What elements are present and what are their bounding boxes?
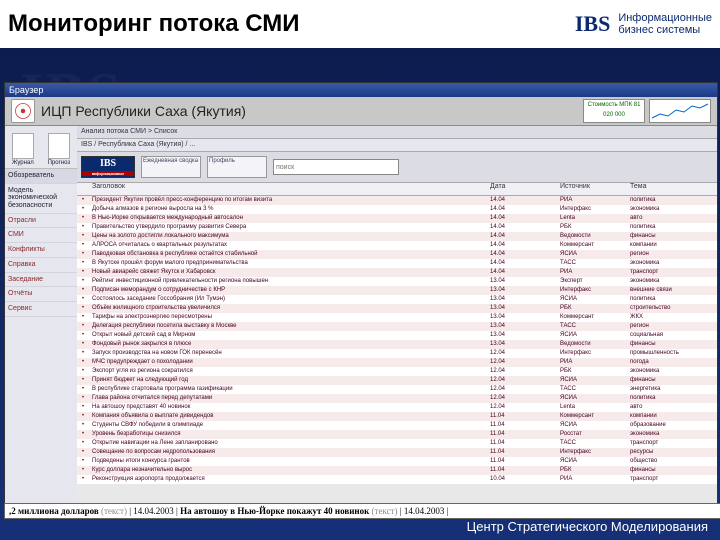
table-row[interactable]: •Паводковая обстановка в республике оста… (77, 250, 717, 259)
sidebar-item[interactable]: Отчёты (5, 287, 77, 302)
table-row[interactable]: •Компания объявила о выплате дивидендов1… (77, 412, 717, 421)
col-marker[interactable] (77, 183, 89, 195)
table-row[interactable]: •Объём жилищного строительства увеличилс… (77, 304, 717, 313)
gauge-left-label: Журнал (12, 160, 34, 166)
table-row[interactable]: •В республике стартовала программа газиф… (77, 385, 717, 394)
brand-line2: бизнес системы (618, 24, 712, 36)
slide-title: Мониторинг потока СМИ (8, 10, 575, 38)
col-date[interactable]: Дата (487, 183, 557, 195)
ticker-grey-2: (текст) (372, 506, 400, 516)
table-row[interactable]: •В Нью-Йорке открывается международный а… (77, 214, 717, 223)
sidebar-item[interactable]: Обозреватель (5, 169, 77, 184)
ticker-date-2: | 14.04.2003 | (400, 506, 449, 516)
table-row[interactable]: •Подведены итоги конкурса грантов11.04ЯС… (77, 457, 717, 466)
sidebar-item[interactable]: Отрасли (5, 214, 77, 229)
status-value-box: Стоимость МПК 81 020 000 (583, 99, 645, 123)
gauge-icon (12, 133, 34, 159)
sidebar-gauge-row: Журнал Прогноз (5, 126, 77, 169)
sidebar: Журнал Прогноз ОбозревательМодель эконом… (5, 126, 77, 503)
col-source[interactable]: Источник (557, 183, 627, 195)
search-input[interactable] (273, 159, 399, 175)
table-row[interactable]: •АЛРОСА отчиталась о квартальных результ… (77, 241, 717, 250)
header-right: Стоимость МПК 81 020 000 (583, 99, 711, 123)
ticker-bold-1: ,2 миллиона долларов (9, 506, 99, 516)
sidebar-item[interactable]: Справка (5, 258, 77, 273)
table-row[interactable]: •Подписан меморандум о сотрудничестве с … (77, 286, 717, 295)
brand-line1: Информационные (618, 12, 712, 24)
window-titlebar[interactable]: Браузер (5, 83, 717, 97)
sidebar-gauge-right[interactable]: Прогноз (48, 133, 71, 166)
toolbar-block-profile[interactable]: Профиль (207, 156, 267, 178)
col-title[interactable]: Заголовок (89, 183, 487, 195)
table-row[interactable]: •Совещание по вопросам недропользования1… (77, 448, 717, 457)
table-row[interactable]: •Открытие навигации на Лене запланирован… (77, 439, 717, 448)
slide-top-bar: Мониторинг потока СМИ IBS Информационные… (0, 0, 720, 48)
table-row[interactable]: •Курс доллара незначительно вырос11.04РБ… (77, 466, 717, 475)
table-row[interactable]: •Глава района отчитался перед депутатами… (77, 394, 717, 403)
mini-chart-icon (649, 99, 711, 123)
sidebar-item[interactable]: Сервис (5, 302, 77, 317)
table-row[interactable]: •Рейтинг инвестиционной привлекательност… (77, 277, 717, 286)
table-row[interactable]: •В Якутске прошёл форум малого предприни… (77, 259, 717, 268)
brand-text: Информационные бизнес системы (618, 12, 712, 36)
main-panel: Анализ потока СМИ > Список IBS / Республ… (77, 126, 717, 503)
sidebar-item[interactable]: Конфликты (5, 243, 77, 258)
table-row[interactable]: •Студенты СВФУ победили в олимпиаде11.04… (77, 421, 717, 430)
table-row[interactable]: •Экспорт угля из региона сократился12.04… (77, 367, 717, 376)
table-body[interactable]: •Президент Якутии провёл пресс-конференц… (77, 196, 717, 503)
gauge-right-label: Прогноз (48, 160, 71, 166)
table-row[interactable]: •Состоялось заседание Госсобрания (Ил Ту… (77, 295, 717, 304)
slide-footer: Центр Стратегического Моделирования (467, 519, 708, 534)
table-header: Заголовок Дата Источник Тема (77, 183, 717, 196)
table-row[interactable]: •МЧС предупреждает о похолодании12.04РИА… (77, 358, 717, 367)
sidebar-item[interactable]: СМИ (5, 228, 77, 243)
table-row[interactable]: •На автошоу представят 40 новинок12.04Le… (77, 403, 717, 412)
news-ticker[interactable]: ,2 миллиона долларов (текст) | 14.04.200… (4, 503, 720, 519)
table-row[interactable]: •Добыча алмазов в регионе выросла на 3 %… (77, 205, 717, 214)
app-window: Браузер ИЦП Республики Саха (Якутия) Сто… (4, 82, 718, 504)
toolbar-block-summary[interactable]: Ежедневная сводка (141, 156, 201, 178)
table-row[interactable]: •Запуск производства на новом ГОК перене… (77, 349, 717, 358)
brand-block: IBS Информационные бизнес системы (575, 11, 712, 37)
path-line: IBS / Республика Саха (Якутия) / ... (77, 139, 717, 152)
table-row[interactable]: •Тарифы на электроэнергию пересмотрены13… (77, 313, 717, 322)
table-row[interactable]: •Делегация республики посетила выставку … (77, 322, 717, 331)
sidebar-gauge-left[interactable]: Журнал (12, 133, 34, 166)
table-row[interactable]: •Президент Якутии провёл пресс-конференц… (77, 196, 717, 205)
breadcrumb[interactable]: Анализ потока СМИ > Список (77, 126, 717, 139)
region-emblem-icon (11, 99, 35, 123)
table-row[interactable]: •Уровень безработицы снизился11.04Росста… (77, 430, 717, 439)
ticker-date-1: | 14.04.2003 | (129, 506, 178, 516)
brand-logo: IBS (575, 11, 610, 37)
sidebar-item[interactable]: Модель экономической безопасности (5, 184, 77, 214)
table-row[interactable]: •Правительство утвердило программу разви… (77, 223, 717, 232)
ticker-bold-2: На автошоу в Нью-Йорке покажут 40 новино… (180, 506, 369, 516)
window-header-title: ИЦП Республики Саха (Якутия) (41, 103, 246, 119)
table-row[interactable]: •Принят бюджет на следующий год12.04ЯСИА… (77, 376, 717, 385)
window-header: ИЦП Республики Саха (Якутия) Стоимость М… (5, 97, 717, 126)
table-row[interactable]: •Цены на золото достигли локального макс… (77, 232, 717, 241)
gauge-icon (48, 133, 70, 159)
sidebar-item[interactable]: Заседание (5, 273, 77, 288)
table-row[interactable]: •Новый авиарейс свяжет Якутск и Хабаровс… (77, 268, 717, 277)
toolbar-logo: IBSинформационные (81, 156, 135, 178)
slide-root: Мониторинг потока СМИ IBS Информационные… (0, 0, 720, 540)
table-row[interactable]: •Открыт новый детский сад в Мирном13.04Я… (77, 331, 717, 340)
col-topic[interactable]: Тема (627, 183, 717, 195)
table-row[interactable]: •Фондовый рынок закрылся в плюсе13.04Вед… (77, 340, 717, 349)
window-body: Журнал Прогноз ОбозревательМодель эконом… (5, 126, 717, 503)
ticker-grey-1: (текст) (101, 506, 129, 516)
toolbar: IBSинформационные Ежедневная сводка Проф… (77, 152, 717, 183)
table-row[interactable]: •Реконструкция аэропорта продолжается10.… (77, 475, 717, 484)
